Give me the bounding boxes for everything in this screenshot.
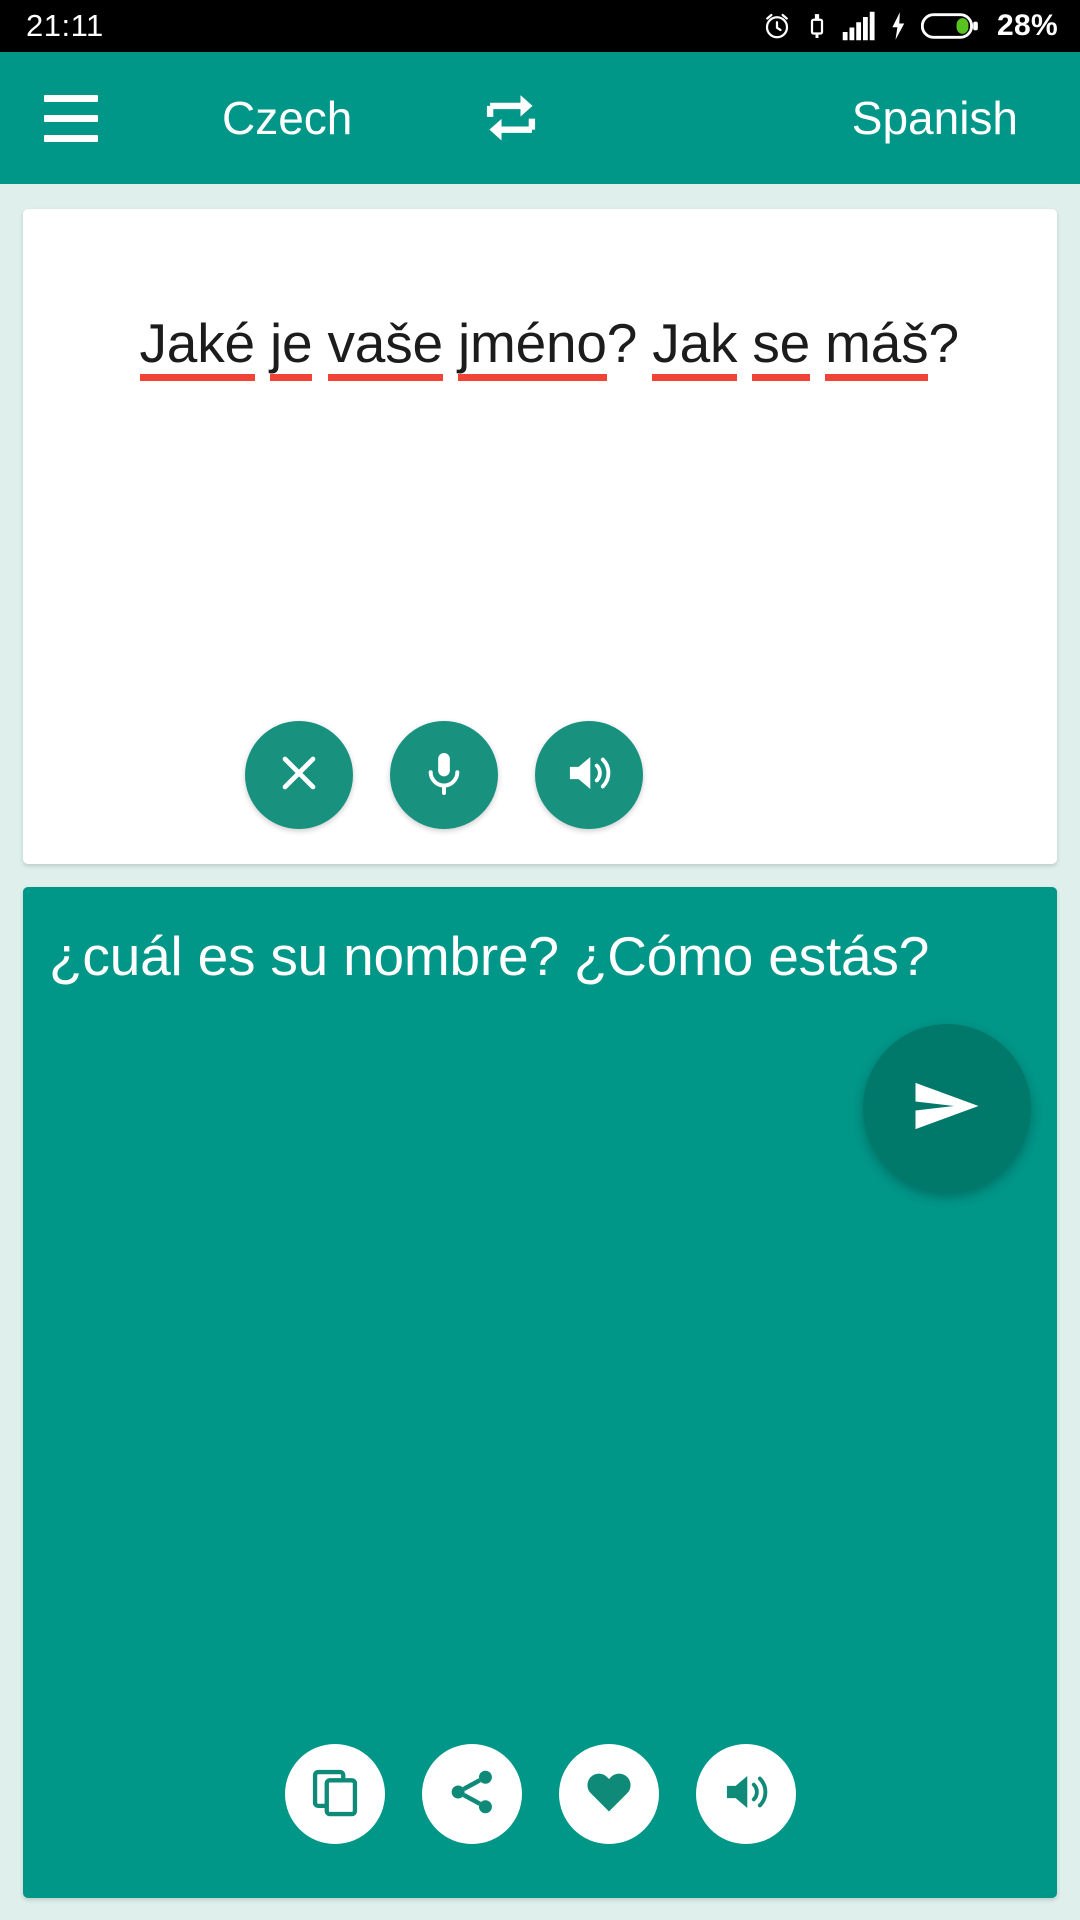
source-word: je (269, 314, 313, 381)
source-punct: ? (606, 312, 638, 375)
copy-button[interactable] (284, 1744, 385, 1844)
target-text: ¿cuál es su nombre? ¿Cómo estás? (49, 925, 930, 987)
microphone-icon (419, 748, 469, 803)
source-word: jméno (457, 314, 607, 381)
send-arrow-icon (905, 1064, 989, 1153)
hamburger-bar (44, 94, 98, 102)
status-icons: 28% (762, 9, 1058, 43)
hamburger-bar (44, 114, 98, 122)
source-text[interactable]: Jaké je vaše jméno? Jak se máš? (49, 243, 1031, 448)
source-action-row (23, 721, 1057, 829)
usb-lock-icon (805, 11, 829, 41)
status-time: 21:11 (26, 8, 104, 43)
heart-icon (583, 1766, 635, 1823)
source-word: Jak (652, 314, 737, 381)
favorite-button[interactable] (558, 1744, 659, 1844)
hamburger-menu-icon[interactable] (28, 88, 100, 148)
charging-bolt-icon (888, 11, 908, 41)
battery-percent: 28% (997, 9, 1058, 42)
copy-icon (309, 1766, 361, 1823)
source-word: vaše (327, 314, 443, 381)
battery-icon (921, 11, 979, 41)
microphone-button[interactable] (390, 721, 498, 829)
speaker-icon (720, 1766, 772, 1823)
source-text-card[interactable]: Jaké je vaše jméno? Jak se máš? (23, 209, 1057, 864)
status-bar: 21:11 28% (0, 0, 1080, 52)
speak-target-button[interactable] (695, 1744, 796, 1844)
source-language-button[interactable]: Czech (222, 91, 352, 145)
signal-bars-icon (842, 11, 875, 41)
app-bar: Czech Spanish (0, 52, 1080, 184)
close-x-icon (274, 748, 324, 803)
swap-languages-icon[interactable] (478, 85, 544, 151)
alarm-clock-icon (762, 11, 792, 41)
target-action-row (23, 1744, 1057, 1844)
translation-content: Jaké je vaše jméno? Jak se máš? ¿cuál es… (0, 184, 1080, 1920)
speak-source-button[interactable] (535, 721, 643, 829)
share-button[interactable] (421, 1744, 522, 1844)
target-language-button[interactable]: Spanish (852, 91, 1018, 145)
source-word: Jaké (139, 314, 255, 381)
source-word: se (752, 314, 810, 381)
hamburger-bar (44, 134, 98, 142)
speaker-icon (563, 747, 615, 804)
send-button[interactable] (863, 1024, 1031, 1192)
share-icon (446, 1766, 498, 1823)
source-word: máš (825, 314, 929, 381)
clear-button[interactable] (245, 721, 353, 829)
source-punct: ? (928, 312, 959, 375)
